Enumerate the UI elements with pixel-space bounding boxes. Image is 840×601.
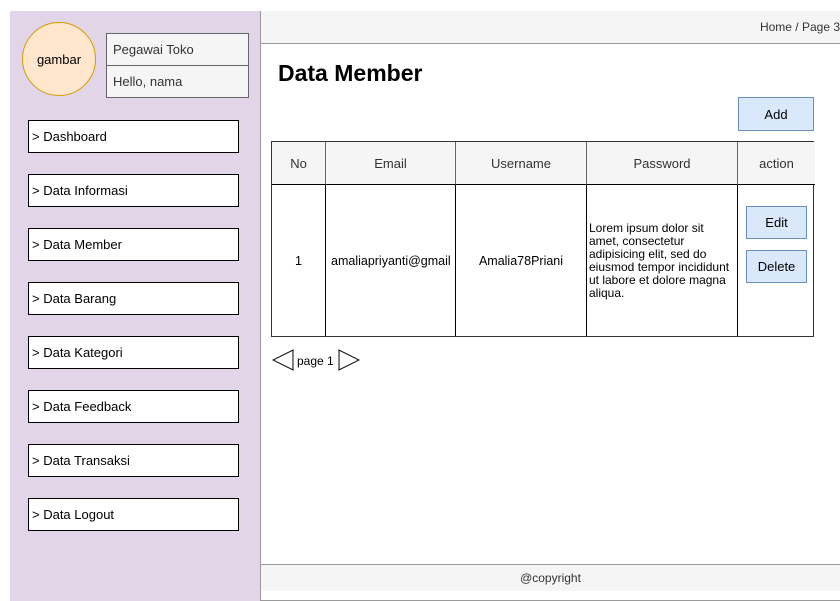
sidebar-item-dashboard[interactable]: > Dashboard	[28, 120, 239, 153]
cell-email: amaliapriyanti@gmail	[326, 185, 456, 336]
page-title: Data Member	[278, 60, 423, 86]
column-header-password: Password	[587, 142, 738, 185]
cell-action: Edit Delete	[738, 185, 815, 336]
footer: @copyright	[261, 564, 840, 591]
avatar: gambar	[22, 22, 96, 96]
breadcrumb[interactable]: Home / Page 3	[760, 20, 840, 34]
column-header-no: No	[272, 142, 326, 185]
user-role: Pegawai Toko	[106, 33, 249, 66]
cell-no: 1	[272, 185, 326, 336]
chevron-left-icon[interactable]	[272, 349, 294, 371]
add-button[interactable]: Add	[738, 97, 814, 131]
sidebar-item-data-kategori[interactable]: > Data Kategori	[28, 336, 239, 369]
edit-button[interactable]: Edit	[746, 206, 807, 239]
sidebar-item-data-member[interactable]: > Data Member	[28, 228, 239, 261]
member-table: No Email Username Password action 1 amal…	[271, 141, 815, 337]
sidebar-item-data-barang[interactable]: > Data Barang	[28, 282, 239, 315]
cell-username: Amalia78Priani	[456, 185, 587, 336]
pagination: page 1	[272, 349, 360, 371]
top-bar: Home / Page 3	[261, 11, 840, 44]
cell-password: Lorem ipsum dolor sit amet, consectetur …	[587, 185, 738, 336]
user-greeting: Hello, nama	[106, 65, 249, 98]
sidebar-item-data-informasi[interactable]: > Data Informasi	[28, 174, 239, 207]
sidebar-item-data-transaksi[interactable]: > Data Transaksi	[28, 444, 239, 477]
sidebar-item-data-feedback[interactable]: > Data Feedback	[28, 390, 239, 423]
delete-button[interactable]: Delete	[746, 250, 807, 283]
column-header-email: Email	[326, 142, 456, 185]
sidebar-item-data-logout[interactable]: > Data Logout	[28, 498, 239, 531]
column-header-action: action	[738, 142, 815, 185]
chevron-right-icon[interactable]	[338, 349, 360, 371]
page-label: page 1	[297, 354, 334, 368]
column-header-username: Username	[456, 142, 587, 185]
